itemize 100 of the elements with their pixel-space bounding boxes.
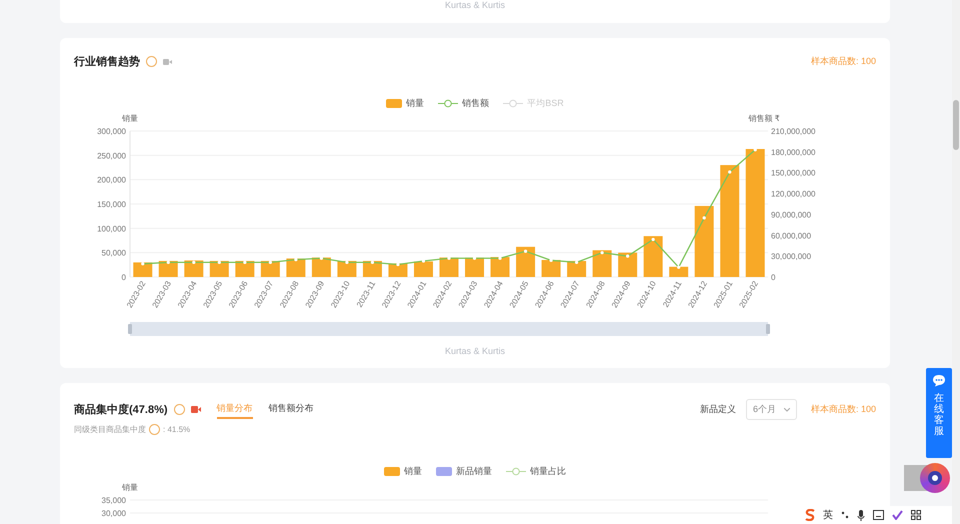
axis-title: 销售额 ₹ xyxy=(748,114,780,123)
data-point xyxy=(422,259,426,263)
bar xyxy=(362,260,382,277)
bar xyxy=(235,260,254,277)
logo-icon xyxy=(805,509,815,521)
tick-label: 120,000,000 xyxy=(771,190,816,199)
legend-line-icon xyxy=(438,99,458,108)
chart-caption: Kurtas & Kurtis xyxy=(444,0,506,10)
bar xyxy=(644,236,663,277)
peer-concentration-value: : 41.5% xyxy=(163,425,190,434)
data-point xyxy=(472,256,476,260)
legend-bar-icon xyxy=(386,99,402,108)
bar xyxy=(694,206,714,277)
assistant-icon xyxy=(928,471,942,485)
bar xyxy=(567,260,586,277)
tick-label: 50,000 xyxy=(102,248,126,258)
legend-item[interactable]: 销量 xyxy=(384,465,422,478)
zoom-slider[interactable] xyxy=(130,322,768,336)
bar xyxy=(516,246,536,277)
tick-label: 90,000,000 xyxy=(771,210,812,220)
data-point xyxy=(294,258,298,262)
tick-label: 180,000,000 xyxy=(771,148,816,157)
bar xyxy=(592,250,612,277)
data-point xyxy=(166,260,170,264)
data-point xyxy=(447,256,451,260)
language-indicator[interactable]: 英 xyxy=(823,508,833,522)
help-icon[interactable] xyxy=(174,404,185,415)
bar xyxy=(618,252,638,277)
punctuation-icon[interactable] xyxy=(841,510,849,520)
assistant-button[interactable] xyxy=(920,463,950,493)
peer-concentration-label: 同级类目商品集中度 xyxy=(74,424,146,435)
chevron-down-icon xyxy=(784,408,790,412)
data-point xyxy=(728,170,732,174)
legend-item[interactable]: 销量占比 xyxy=(506,465,566,478)
section-title: 行业销售趋势 xyxy=(74,54,140,69)
legend-bar-icon xyxy=(436,467,452,476)
axis-title: 销量 xyxy=(122,483,138,492)
bar xyxy=(542,260,561,277)
legend-item[interactable]: 新品销量 xyxy=(436,465,492,478)
bar xyxy=(260,260,280,277)
bar xyxy=(184,260,204,277)
data-point xyxy=(702,216,706,220)
data-point xyxy=(345,260,349,264)
chart-caption: Kurtas & Kurtis xyxy=(444,346,506,356)
tick-label: 100,000 xyxy=(97,224,126,234)
tick-label: 200,000 xyxy=(97,176,126,185)
video-icon[interactable] xyxy=(190,406,201,413)
bar xyxy=(312,258,331,277)
bar xyxy=(440,258,458,277)
axis-title: 销量 xyxy=(122,114,138,123)
tick-label: 0 xyxy=(771,273,776,282)
sample-count: 样本商品数: 100 xyxy=(810,55,876,68)
data-point xyxy=(141,262,144,266)
data-point xyxy=(600,251,604,254)
data-point xyxy=(575,260,578,264)
bar xyxy=(490,257,510,277)
legend-item[interactable]: 销售额 xyxy=(438,97,490,110)
tick-label: 30,000,000 xyxy=(771,252,812,262)
bar xyxy=(158,260,178,277)
online-support-button[interactable]: 在线客服 xyxy=(926,368,952,458)
legend-bar-icon xyxy=(384,467,400,476)
video-icon[interactable] xyxy=(163,58,172,64)
tick-label: 210,000,000 xyxy=(771,127,816,136)
tick-label: 250,000 xyxy=(97,151,126,160)
data-point xyxy=(549,258,553,262)
chat-bubble-icon xyxy=(932,374,946,387)
data-point xyxy=(652,238,655,242)
legend-item[interactable]: 销量 xyxy=(386,97,424,110)
data-point xyxy=(370,260,374,264)
data-point xyxy=(243,260,246,264)
scrollbar[interactable] xyxy=(952,0,960,524)
data-point xyxy=(268,260,272,264)
tick-label: 60,000,000 xyxy=(771,231,812,240)
microphone-icon[interactable] xyxy=(857,510,865,520)
legend-line-icon xyxy=(503,99,524,108)
bar xyxy=(337,260,356,277)
help-icon[interactable] xyxy=(149,424,160,435)
data-point xyxy=(524,250,528,253)
data-point xyxy=(192,260,196,264)
data-point xyxy=(320,256,323,260)
checkmark-icon[interactable] xyxy=(892,510,903,520)
tick-label: 150,000 xyxy=(97,200,126,209)
data-point xyxy=(677,266,680,269)
bar xyxy=(286,258,306,277)
tick-label: 150,000,000 xyxy=(771,168,816,178)
bar xyxy=(133,262,152,277)
tick-label: 0 xyxy=(122,273,126,282)
period-select[interactable]: 6个月 xyxy=(746,399,797,420)
help-icon[interactable] xyxy=(146,56,157,67)
data-point xyxy=(626,254,630,258)
field-label: 新品定义 xyxy=(700,403,736,416)
tick-label: 35,000 xyxy=(102,496,126,505)
section-title: 商品集中度(47.8%) xyxy=(74,402,168,417)
sample-count: 样本商品数: 100 xyxy=(810,403,876,416)
data-point xyxy=(218,260,221,264)
keyboard-icon[interactable] xyxy=(873,510,884,520)
data-point xyxy=(498,256,502,260)
bar xyxy=(669,266,688,277)
tab[interactable]: 销售额分布 xyxy=(268,400,314,419)
grid-icon[interactable] xyxy=(911,510,921,520)
